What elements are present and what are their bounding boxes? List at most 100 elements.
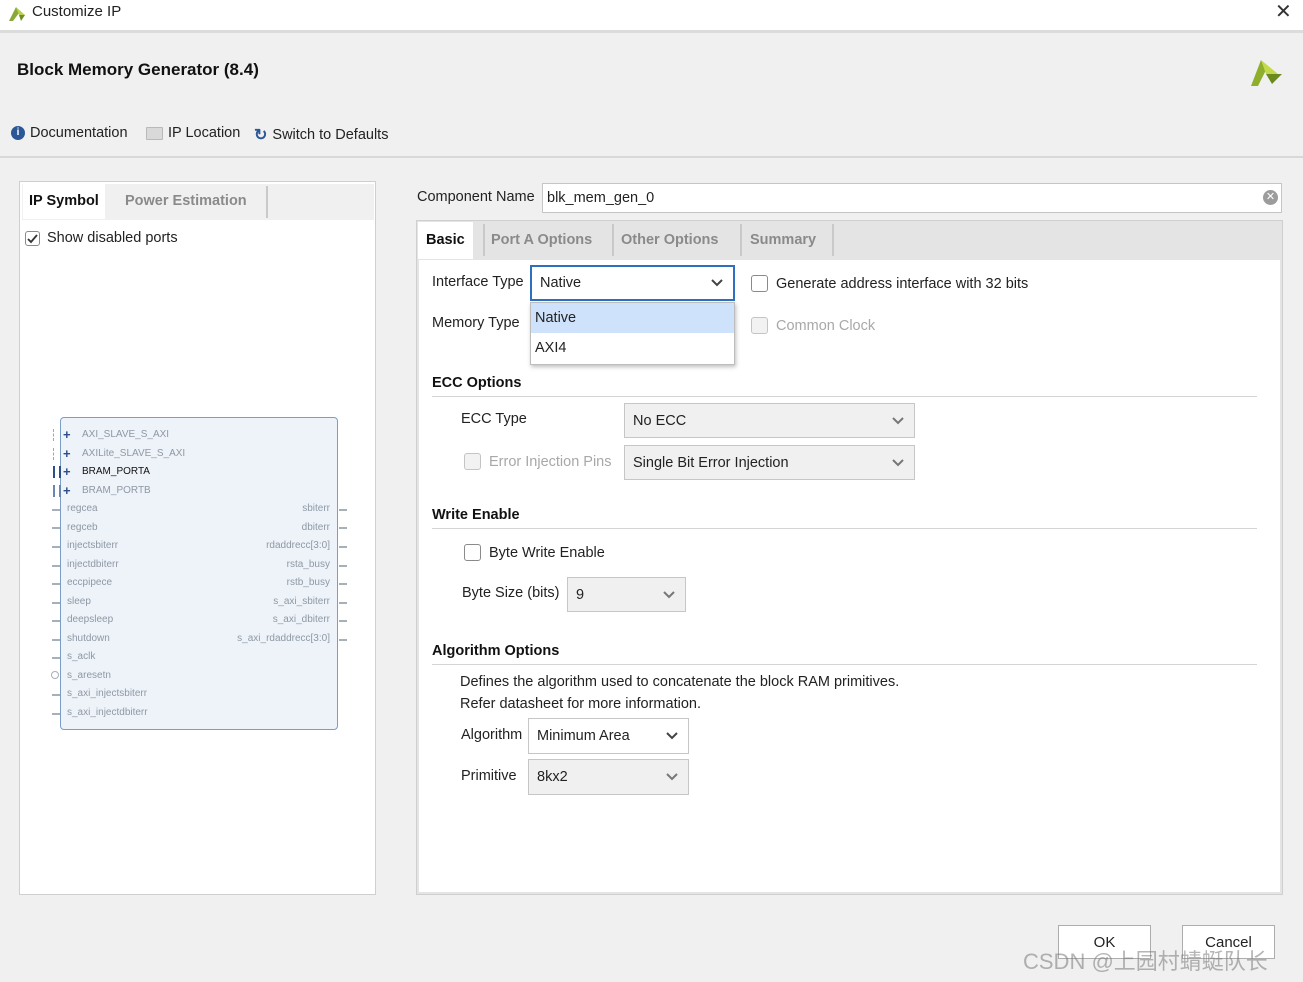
port-label: s_axi_injectsbiterr xyxy=(67,688,148,699)
ip-location-label: IP Location xyxy=(168,125,241,141)
write-enable-heading: Write Enable xyxy=(432,507,520,523)
show-disabled-ports-option[interactable]: Show disabled ports xyxy=(25,230,178,246)
error-injection-option[interactable]: Error Injection Pins xyxy=(464,453,612,470)
tab-basic[interactable]: Basic xyxy=(418,222,473,259)
primitive-select[interactable]: 8kx2 xyxy=(528,759,689,795)
port-pin xyxy=(339,509,347,511)
byte-write-enable-checkbox[interactable] xyxy=(464,544,481,561)
clear-icon[interactable]: ✕ xyxy=(1263,190,1278,205)
ip-location-button[interactable]: IP Location xyxy=(146,125,240,141)
port-label: rdaddrecc[3:0] xyxy=(266,540,330,551)
port-label: sleep xyxy=(67,596,91,607)
vivado-brand-logo-icon xyxy=(1251,60,1282,86)
byte-size-label: Byte Size (bits) xyxy=(462,585,560,601)
dropdown-option-axi4[interactable]: AXI4 xyxy=(531,333,734,363)
expand-icon[interactable]: + xyxy=(63,464,71,479)
tab-ip-symbol[interactable]: IP Symbol xyxy=(23,184,105,219)
vivado-logo-icon xyxy=(9,7,25,21)
port-label: s_axi_injectdbiterr xyxy=(67,707,148,718)
switch-to-defaults-label: Switch to Defaults xyxy=(272,127,389,143)
interface-type-select[interactable]: Native xyxy=(530,265,735,301)
port-label: s_axi_sbiterr xyxy=(273,596,330,607)
error-injection-value: Single Bit Error Injection xyxy=(633,454,789,471)
byte-size-select[interactable]: 9 xyxy=(567,577,686,612)
port-label: eccpipece xyxy=(67,577,113,588)
algorithm-select[interactable]: Minimum Area xyxy=(528,718,689,754)
show-disabled-ports-label: Show disabled ports xyxy=(47,230,178,246)
port-label: s_aresetn xyxy=(67,670,111,681)
primitive-label: Primitive xyxy=(461,768,517,784)
tab-power-estimation[interactable]: Power Estimation xyxy=(119,184,253,219)
interface-type-value: Native xyxy=(540,275,582,291)
gen-addr-32-label: Generate address interface with 32 bits xyxy=(776,275,1029,292)
port-pin xyxy=(52,620,60,622)
ip-symbol-block xyxy=(60,417,338,730)
port-pin xyxy=(339,620,347,622)
refresh-icon: ↻ xyxy=(254,127,268,144)
port-pin xyxy=(52,657,60,659)
close-icon[interactable]: ✕ xyxy=(1275,0,1292,24)
bus-connector xyxy=(53,485,61,497)
chevron-down-icon xyxy=(892,458,904,466)
algorithm-options-heading: Algorithm Options xyxy=(432,643,560,659)
documentation-button[interactable]: i Documentation xyxy=(11,125,128,141)
error-injection-label: Error Injection Pins xyxy=(489,453,612,470)
section-divider xyxy=(432,528,1257,529)
port-label: regcea xyxy=(67,503,98,514)
tab-summary[interactable]: Summary xyxy=(742,222,824,259)
port-label: s_axi_dbiterr xyxy=(272,614,330,625)
bus-connector xyxy=(53,466,61,478)
gen-addr-32-checkbox[interactable] xyxy=(751,275,768,292)
common-clock-checkbox[interactable] xyxy=(751,317,768,334)
bus-connector xyxy=(53,429,58,441)
port-pin xyxy=(52,565,60,567)
ecc-type-select[interactable]: No ECC xyxy=(624,403,915,438)
reset-pin-icon xyxy=(51,671,59,679)
error-injection-checkbox[interactable] xyxy=(464,453,481,470)
port-label: deepsleep xyxy=(67,614,114,625)
component-name-label: Component Name xyxy=(417,189,535,205)
algorithm-value: Minimum Area xyxy=(537,728,630,744)
port-pin xyxy=(339,583,347,585)
port-pin xyxy=(52,583,60,585)
port-label: shutdown xyxy=(67,633,110,644)
expand-icon[interactable]: + xyxy=(63,483,71,498)
port-label: rsta_busy xyxy=(286,559,330,570)
expand-icon[interactable]: + xyxy=(63,446,71,461)
port-pin xyxy=(52,602,60,604)
folder-icon xyxy=(146,126,163,140)
port-label: regceb xyxy=(67,522,98,533)
expand-icon[interactable]: + xyxy=(63,427,71,442)
chevron-down-icon xyxy=(711,279,723,287)
gen-addr-32-option[interactable]: Generate address interface with 32 bits xyxy=(751,275,1028,292)
tab-other-options[interactable]: Other Options xyxy=(613,222,726,259)
algorithm-description-note: Refer datasheet for more information. xyxy=(460,696,701,712)
algorithm-description: Defines the algorithm used to concatenat… xyxy=(460,674,900,690)
port-pin xyxy=(52,639,60,641)
chevron-down-icon xyxy=(666,773,678,781)
port-label: injectsbiterr xyxy=(67,540,119,551)
show-disabled-ports-checkbox[interactable] xyxy=(25,230,40,246)
title-bar xyxy=(0,0,1303,33)
port-label: s_axi_rdaddrecc[3:0] xyxy=(237,633,330,644)
port-pin xyxy=(52,527,60,529)
port-pin xyxy=(52,546,60,548)
dropdown-option-native[interactable]: Native xyxy=(531,303,734,333)
byte-write-enable-option[interactable]: Byte Write Enable xyxy=(464,544,605,561)
page-title: Block Memory Generator (8.4) xyxy=(17,60,259,79)
component-name-input[interactable]: blk_mem_gen_0 xyxy=(542,183,1282,213)
port-pin xyxy=(339,546,347,548)
error-injection-select[interactable]: Single Bit Error Injection xyxy=(624,445,915,480)
port-pin xyxy=(339,527,347,529)
common-clock-label: Common Clock xyxy=(776,317,876,334)
tab-port-a-options[interactable]: Port A Options xyxy=(483,222,600,259)
interface-type-dropdown: Native AXI4 xyxy=(530,302,735,365)
window-title: Customize IP xyxy=(32,3,122,20)
port-label: sbiterr xyxy=(302,503,330,514)
ecc-options-heading: ECC Options xyxy=(432,375,522,391)
switch-to-defaults-button[interactable]: ↻ Switch to Defaults xyxy=(254,125,388,145)
info-icon: i xyxy=(11,126,25,140)
common-clock-option[interactable]: Common Clock xyxy=(751,317,875,334)
port-pin xyxy=(52,509,60,511)
byte-size-value: 9 xyxy=(576,586,585,603)
